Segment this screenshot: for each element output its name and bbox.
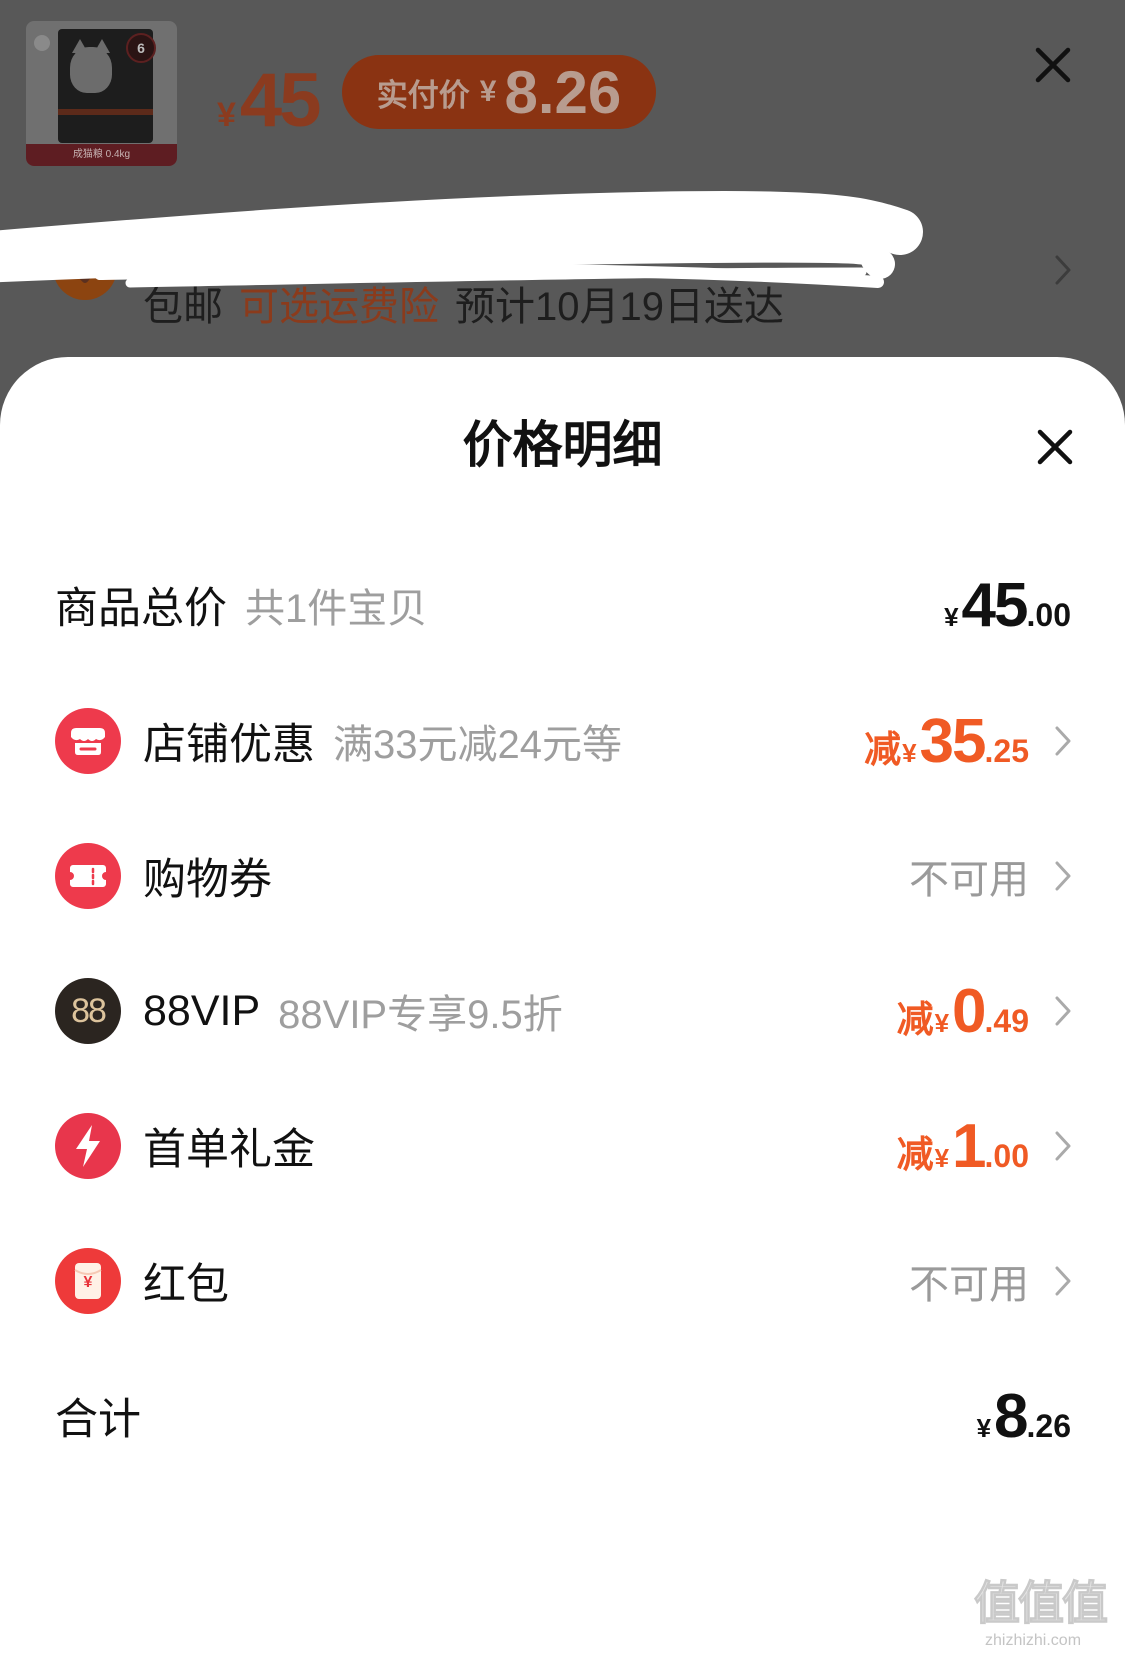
price-decimal: .26: [1026, 1407, 1071, 1444]
row-value: 减 ¥ 35 .25: [864, 696, 1029, 786]
price-decimal: .00: [984, 1137, 1029, 1174]
chevron-right-icon[interactable]: [1053, 1265, 1073, 1297]
row-sub-label: 满33元减24元等: [333, 723, 622, 767]
row-first-order-gift[interactable]: 首单礼金 减 ¥ 1 .00: [0, 1101, 1125, 1191]
88vip-icon-text: 88: [55, 978, 121, 1044]
red-envelope-icon: ¥: [55, 1248, 121, 1314]
row-goods-total: 商品总价 共1件宝贝 ¥ 45 .00: [0, 560, 1125, 650]
chevron-right-icon[interactable]: [1053, 254, 1073, 286]
row-store-discount[interactable]: 店铺优惠 满33元减24元等 减 ¥ 35 .25: [0, 696, 1125, 786]
price-integer: 35: [919, 706, 987, 776]
bag-stripe: [58, 109, 153, 115]
price-detail-sheet: 价格明细 商品总价 共1件宝贝 ¥ 45 .00 店铺优惠 满33元减24元等 …: [0, 357, 1125, 1659]
row-label: 店铺优惠: [143, 721, 315, 769]
delivery-badge-icon: [53, 236, 117, 300]
row-left: 首单礼金: [143, 1101, 315, 1191]
price-integer: 0: [952, 976, 987, 1046]
chevron-right-icon[interactable]: [1053, 995, 1073, 1027]
product-thumbnail[interactable]: 6 成猫粮 0.4kg: [26, 21, 177, 166]
red-envelope-yen: ¥: [83, 1274, 93, 1291]
row-grand-total: 合计 ¥ 8 .26: [0, 1371, 1125, 1461]
product-badge: 6: [126, 33, 156, 63]
discount-value: 减 ¥ 35 .25: [864, 706, 1029, 777]
brand-emblem: [34, 35, 50, 51]
paid-price-amount: 8.26: [504, 58, 622, 126]
row-left: 红包: [143, 1236, 229, 1326]
row-left: 88VIP 88VIP专享9.5折: [143, 966, 563, 1056]
unavailable-status: 不可用: [909, 858, 1029, 902]
row-left: 合计: [55, 1371, 141, 1461]
row-sub-label: 共1件宝贝: [245, 587, 428, 631]
row-label: 红包: [143, 1261, 229, 1309]
currency-symbol: ¥: [902, 737, 917, 768]
row-value: 减 ¥ 0 .49: [897, 966, 1029, 1056]
price-integer: 8: [994, 1381, 1029, 1451]
unavailable-status: 不可用: [909, 1263, 1029, 1307]
sheet-title: 价格明细: [462, 417, 663, 473]
row-red-envelope[interactable]: ¥ 红包 不可用: [0, 1236, 1125, 1326]
row-value: 不可用: [909, 831, 1029, 921]
paid-price-pill: 实付价 ¥ 8.26: [342, 55, 656, 129]
lightning-icon: [55, 1113, 121, 1179]
ticket-icon: [55, 843, 121, 909]
discount-value: 减 ¥ 0 .49: [897, 976, 1029, 1047]
chevron-right-icon[interactable]: [1053, 725, 1073, 757]
product-band: 成猫粮 0.4kg: [26, 144, 177, 166]
row-shopping-coupon[interactable]: 购物券 不可用: [0, 831, 1125, 921]
chevron-right-icon[interactable]: [1053, 1130, 1073, 1162]
watermark-logo: 值值值: [974, 1577, 1109, 1630]
currency-symbol: ¥: [944, 601, 959, 632]
store-icon: [55, 708, 121, 774]
88vip-icon: 88: [55, 978, 121, 1044]
discount-value: 减 ¥ 1 .00: [897, 1111, 1029, 1182]
price-amount: 45: [239, 58, 322, 143]
watermark-site: zhizhizhi.com: [985, 1632, 1082, 1649]
currency-symbol: ¥: [934, 1007, 950, 1038]
price-decimal: .25: [984, 732, 1029, 769]
delivery-eta: 预计10月19日送达: [455, 285, 784, 329]
product-price: ¥ 45: [217, 58, 322, 153]
row-label: 首单礼金: [143, 1126, 315, 1174]
price-decimal: .00: [1026, 596, 1071, 633]
total-value: ¥ 8 .26: [977, 1381, 1071, 1452]
free-shipping-label: 包邮: [143, 285, 223, 329]
row-left: 商品总价 共1件宝贝: [55, 560, 427, 650]
row-value: 不可用: [909, 1236, 1029, 1326]
price-value: ¥ 45 .00: [944, 570, 1071, 641]
close-icon[interactable]: [1037, 429, 1073, 465]
shipping-info[interactable]: 包邮 可选运费险 预计10月19日送达: [143, 282, 800, 332]
currency-symbol: ¥: [479, 75, 497, 108]
row-label: 购物券: [143, 856, 272, 904]
row-left: 购物券: [143, 831, 272, 921]
paid-price-label: 实付价: [376, 77, 470, 113]
chevron-right-icon[interactable]: [1053, 860, 1073, 892]
discount-prefix: 减: [896, 998, 934, 1040]
page: 6 成猫粮 0.4kg ¥ 45 实付价 ¥ 8.26 包邮 可选运费险 预计1…: [0, 0, 1125, 1659]
price-decimal: .49: [984, 1002, 1029, 1039]
row-left: 店铺优惠 满33元减24元等: [143, 696, 622, 786]
currency-symbol: ¥: [217, 96, 236, 134]
discount-prefix: 减: [864, 728, 902, 770]
close-icon[interactable]: [1035, 47, 1071, 83]
row-sub-label: 88VIP专享9.5折: [278, 993, 563, 1037]
row-label: 88VIP: [143, 986, 261, 1035]
price-integer: 1: [952, 1111, 987, 1181]
row-value: 减 ¥ 1 .00: [897, 1101, 1029, 1191]
shipping-insurance-link[interactable]: 可选运费险: [239, 282, 439, 332]
row-value: ¥ 8 .26: [977, 1371, 1071, 1461]
row-value: ¥ 45 .00: [944, 560, 1071, 650]
price-integer: 45: [961, 570, 1029, 640]
currency-symbol: ¥: [976, 1412, 992, 1443]
row-88vip[interactable]: 88 88VIP 88VIP专享9.5折 减 ¥ 0 .49: [0, 966, 1125, 1056]
currency-symbol: ¥: [934, 1142, 950, 1173]
total-label: 合计: [55, 1396, 141, 1444]
cat-image: [70, 47, 112, 93]
row-label: 商品总价: [55, 585, 227, 633]
discount-prefix: 减: [896, 1133, 934, 1175]
